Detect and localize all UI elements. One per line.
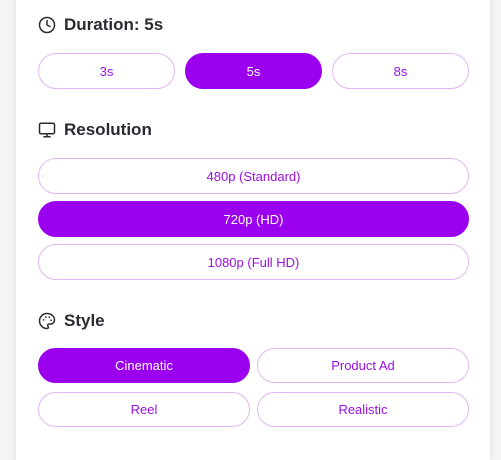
monitor-icon — [38, 121, 56, 139]
style-option-cinematic[interactable]: Cinematic — [38, 348, 250, 383]
style-option-reel[interactable]: Reel — [38, 392, 250, 427]
resolution-option-480p[interactable]: 480p (Standard) — [38, 158, 469, 194]
resolution-option-720p[interactable]: 720p (HD) — [38, 201, 469, 237]
palette-icon — [38, 312, 56, 330]
clock-icon — [38, 16, 56, 34]
duration-title: Duration: 5s — [64, 15, 164, 34]
style-option-realistic[interactable]: Realistic — [257, 392, 469, 427]
duration-heading: Duration: 5s — [38, 15, 163, 35]
resolution-title: Resolution — [64, 120, 152, 139]
style-option-product-ad[interactable]: Product Ad — [257, 348, 469, 383]
resolution-option-1080p[interactable]: 1080p (Full HD) — [38, 244, 469, 280]
duration-option-5s[interactable]: 5s — [185, 53, 322, 89]
style-title: Style — [64, 311, 105, 330]
style-heading: Style — [38, 311, 105, 331]
resolution-heading: Resolution — [38, 120, 152, 140]
duration-option-8s[interactable]: 8s — [332, 53, 469, 89]
duration-option-3s[interactable]: 3s — [38, 53, 175, 89]
